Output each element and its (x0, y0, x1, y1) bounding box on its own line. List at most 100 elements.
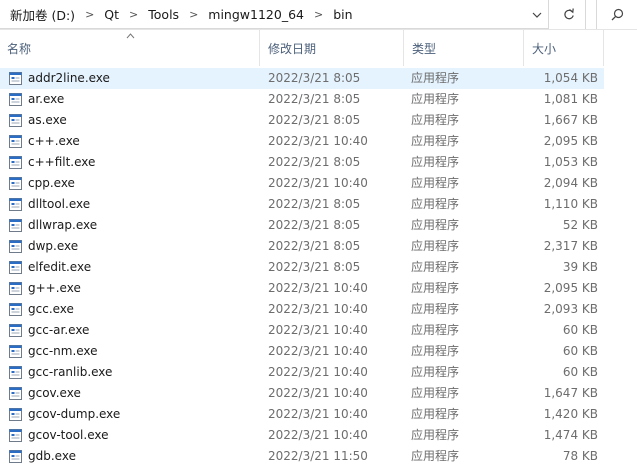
search-icon (611, 8, 623, 21)
file-size: 1,647 KB (543, 386, 598, 400)
file-date: 2022/3/21 8:05 (268, 92, 361, 106)
breadcrumb-separator-icon[interactable]: > (308, 8, 329, 21)
file-row[interactable]: ar.exe 2022/3/21 8:05 应用程序 1,081 KB (0, 89, 604, 110)
file-type: 应用程序 (411, 113, 460, 127)
file-size: 1,420 KB (543, 407, 598, 421)
file-date: 2022/3/21 10:40 (268, 428, 368, 442)
file-name: dlltool.exe (28, 197, 91, 211)
breadcrumb-item-tools[interactable]: Tools (144, 7, 183, 22)
file-date: 2022/3/21 10:40 (268, 302, 368, 316)
file-name: c++.exe (28, 134, 80, 148)
column-header-name[interactable]: 名称 (0, 30, 260, 66)
file-name: gcc-nm.exe (28, 344, 98, 358)
exe-file-icon (9, 240, 22, 253)
breadcrumb-item-qt[interactable]: Qt (100, 7, 123, 22)
file-name: gcc.exe (28, 302, 74, 316)
file-size: 60 KB (562, 323, 598, 337)
file-type: 应用程序 (411, 386, 460, 400)
file-date: 2022/3/21 8:05 (268, 218, 361, 232)
file-row[interactable]: gcov-tool.exe 2022/3/21 10:40 应用程序 1,474… (0, 425, 604, 446)
column-header-size[interactable]: 大小 (524, 30, 604, 66)
column-header-type[interactable]: 类型 (404, 30, 524, 66)
exe-file-icon (9, 387, 22, 400)
refresh-button[interactable] (552, 0, 586, 29)
breadcrumb-separator-icon[interactable]: > (79, 8, 100, 21)
file-date: 2022/3/21 8:05 (268, 113, 361, 127)
search-input[interactable] (596, 0, 637, 29)
file-type: 应用程序 (411, 323, 460, 337)
breadcrumb-item-drive[interactable]: 新加卷 (D:) (6, 5, 79, 24)
file-name: gcov.exe (28, 386, 81, 400)
address-dropdown-button[interactable] (525, 0, 549, 29)
file-name: elfedit.exe (28, 260, 92, 274)
exe-file-icon (9, 450, 22, 463)
exe-file-icon (9, 261, 22, 274)
file-row[interactable]: dwp.exe 2022/3/21 8:05 应用程序 2,317 KB (0, 236, 604, 257)
file-date: 2022/3/21 10:40 (268, 344, 368, 358)
file-row[interactable]: gcc-nm.exe 2022/3/21 10:40 应用程序 60 KB (0, 341, 604, 362)
exe-file-icon (9, 303, 22, 316)
column-header-date-label: 修改日期 (268, 41, 317, 56)
exe-file-icon (9, 93, 22, 106)
file-date: 2022/3/21 8:05 (268, 155, 361, 169)
file-date: 2022/3/21 8:05 (268, 71, 361, 85)
file-size: 1,110 KB (543, 197, 598, 211)
file-row[interactable]: c++.exe 2022/3/21 10:40 应用程序 2,095 KB (0, 131, 604, 152)
file-date: 2022/3/21 10:40 (268, 407, 368, 421)
column-header-bar: 名称 修改日期 类型 大小 (0, 30, 637, 66)
breadcrumb-separator-icon[interactable]: > (183, 8, 204, 21)
sort-up-icon (126, 33, 135, 39)
column-header-type-label: 类型 (412, 41, 437, 56)
file-size: 52 KB (562, 218, 598, 232)
file-row[interactable]: gcov.exe 2022/3/21 10:40 应用程序 1,647 KB (0, 383, 604, 404)
file-type: 应用程序 (411, 407, 460, 421)
file-row[interactable]: gcc-ranlib.exe 2022/3/21 10:40 应用程序 60 K… (0, 362, 604, 383)
file-list: addr2line.exe 2022/3/21 8:05 应用程序 1,054 … (0, 68, 637, 467)
exe-file-icon (9, 156, 22, 169)
file-row[interactable]: as.exe 2022/3/21 8:05 应用程序 1,667 KB (0, 110, 604, 131)
file-type: 应用程序 (411, 365, 460, 379)
file-row[interactable]: gcc-ar.exe 2022/3/21 10:40 应用程序 60 KB (0, 320, 604, 341)
file-row[interactable]: elfedit.exe 2022/3/21 8:05 应用程序 39 KB (0, 257, 604, 278)
file-size: 78 KB (562, 449, 598, 463)
file-type: 应用程序 (411, 218, 460, 232)
file-name: addr2line.exe (28, 71, 110, 85)
file-name: ar.exe (28, 92, 65, 106)
breadcrumb-item-mingw[interactable]: mingw1120_64 (204, 7, 308, 22)
file-date: 2022/3/21 10:40 (268, 365, 368, 379)
file-type: 应用程序 (411, 302, 460, 316)
file-row[interactable]: gcov-dump.exe 2022/3/21 10:40 应用程序 1,420… (0, 404, 604, 425)
file-row[interactable]: dlltool.exe 2022/3/21 8:05 应用程序 1,110 KB (0, 194, 604, 215)
file-date: 2022/3/21 10:40 (268, 386, 368, 400)
file-date: 2022/3/21 10:40 (268, 176, 368, 190)
file-row[interactable]: gdb.exe 2022/3/21 11:50 应用程序 78 KB (0, 446, 604, 467)
file-size: 60 KB (562, 365, 598, 379)
file-size: 1,081 KB (543, 92, 598, 106)
file-row[interactable]: addr2line.exe 2022/3/21 8:05 应用程序 1,054 … (0, 68, 604, 89)
file-row[interactable]: c++filt.exe 2022/3/21 8:05 应用程序 1,053 KB (0, 152, 604, 173)
file-size: 1,667 KB (543, 113, 598, 127)
breadcrumb-separator-icon[interactable]: > (123, 8, 144, 21)
file-size: 1,054 KB (543, 71, 598, 85)
file-row[interactable]: dllwrap.exe 2022/3/21 8:05 应用程序 52 KB (0, 215, 604, 236)
chevron-down-icon (532, 12, 542, 18)
breadcrumb[interactable]: 新加卷 (D:) > Qt > Tools > mingw1120_64 > b… (0, 0, 549, 29)
file-date: 2022/3/21 11:50 (268, 449, 368, 463)
address-bar[interactable]: 新加卷 (D:) > Qt > Tools > mingw1120_64 > b… (0, 0, 637, 30)
file-row[interactable]: g++.exe 2022/3/21 10:40 应用程序 2,095 KB (0, 278, 604, 299)
file-row[interactable]: gcc.exe 2022/3/21 10:40 应用程序 2,093 KB (0, 299, 604, 320)
file-size: 2,095 KB (543, 134, 598, 148)
column-header-date[interactable]: 修改日期 (260, 30, 404, 66)
file-type: 应用程序 (411, 197, 460, 211)
file-type: 应用程序 (411, 281, 460, 295)
file-type: 应用程序 (411, 239, 460, 253)
file-name: g++.exe (28, 281, 81, 295)
file-name: dllwrap.exe (28, 218, 98, 232)
file-row[interactable]: cpp.exe 2022/3/21 10:40 应用程序 2,094 KB (0, 173, 604, 194)
file-size: 2,317 KB (543, 239, 598, 253)
exe-file-icon (9, 198, 22, 211)
file-type: 应用程序 (411, 428, 460, 442)
exe-file-icon (9, 408, 22, 421)
exe-file-icon (9, 219, 22, 232)
breadcrumb-item-bin[interactable]: bin (329, 7, 356, 22)
